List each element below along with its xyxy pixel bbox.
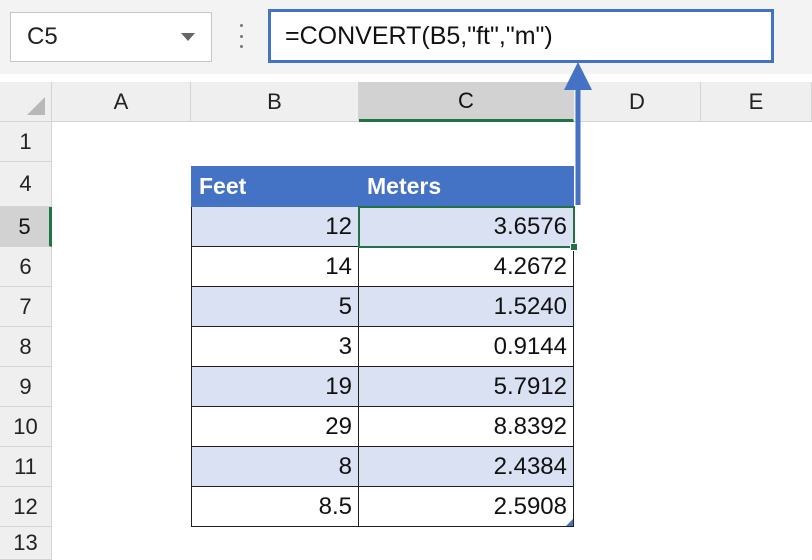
row-header-4[interactable]: 4 [0,162,52,207]
formula-input[interactable]: =CONVERT(B5,"ft","m") [268,9,774,63]
table-cell-feet[interactable]: 19 [191,367,359,407]
table-cell-meters[interactable]: 8.8392 [359,407,574,447]
column-header-a[interactable]: A [52,82,191,122]
table-header-meters[interactable]: Meters [359,166,574,207]
table-cell-meters[interactable]: 1.5240 [359,287,574,327]
spreadsheet-grid: A B C D E 1 4 5 6 7 8 9 10 11 12 13 Feet… [0,82,812,560]
table-cell-feet[interactable]: 3 [191,327,359,367]
row-header-13[interactable]: 13 [0,527,52,560]
table-cell-meters[interactable]: 5.7912 [359,367,574,407]
table-cell-meters[interactable]: 2.4384 [359,447,574,487]
formula-bar-area: C5 =CONVERT(B5,"ft","m") [0,0,812,74]
row-header-1[interactable]: 1 [0,122,52,162]
row-header-10[interactable]: 10 [0,407,52,447]
table-cell-feet[interactable]: 8.5 [191,487,359,527]
row-header-6[interactable]: 6 [0,247,52,287]
vertical-dots-icon[interactable] [238,24,244,48]
active-cell-selection [358,206,575,248]
chevron-down-icon[interactable] [181,33,195,41]
table-cell-meters[interactable]: 2.5908 [359,487,574,527]
column-header-d[interactable]: D [574,82,701,122]
row-header-12[interactable]: 12 [0,487,52,527]
name-box-value: C5 [27,23,58,50]
row-header-9[interactable]: 9 [0,367,52,407]
formula-text: =CONVERT(B5,"ft","m") [285,21,553,50]
fill-handle[interactable] [570,243,578,251]
table-cell-feet[interactable]: 5 [191,287,359,327]
table-cell-feet[interactable]: 8 [191,447,359,487]
table-cell-meters[interactable]: 0.9144 [359,327,574,367]
table-cell-feet[interactable]: 29 [191,407,359,447]
select-all-icon [27,97,45,115]
column-header-c[interactable]: C [359,82,574,122]
table-cell-meters[interactable]: 4.2672 [359,247,574,287]
table-cell-feet[interactable]: 14 [191,247,359,287]
row-header-7[interactable]: 7 [0,287,52,327]
column-header-e[interactable]: E [701,82,812,122]
row-header-5[interactable]: 5 [0,207,52,247]
select-all-corner[interactable] [0,82,52,122]
table-cell-feet[interactable]: 12 [191,207,359,247]
table-header-feet[interactable]: Feet [191,166,359,207]
row-header-11[interactable]: 11 [0,447,52,487]
row-header-8[interactable]: 8 [0,327,52,367]
table-resize-handle[interactable] [566,519,573,526]
name-box[interactable]: C5 [10,12,212,62]
column-header-b[interactable]: B [191,82,359,122]
